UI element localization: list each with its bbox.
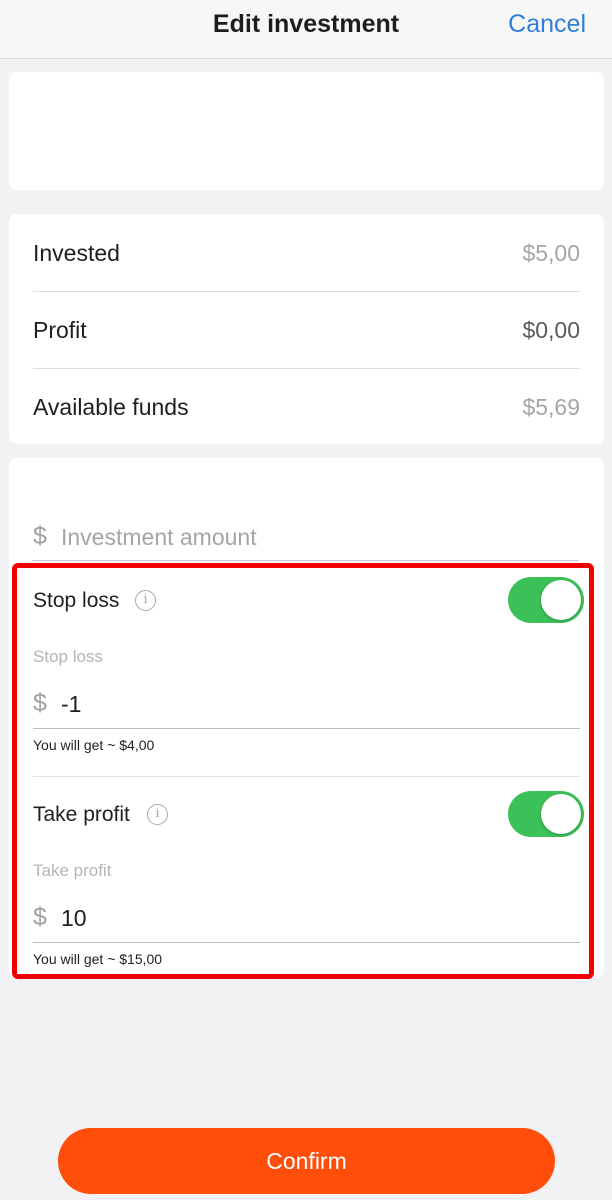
take-profit-value: 10	[61, 905, 87, 931]
investment-amount-input[interactable]: $ Investment amount	[33, 520, 580, 562]
info-icon[interactable]: i	[135, 590, 156, 611]
summary-row-invested: Invested $5,00	[33, 214, 580, 290]
toggle-knob	[541, 580, 581, 620]
take-profit-toggle[interactable]	[508, 791, 584, 837]
currency-symbol: $	[33, 903, 47, 931]
input-underline	[33, 942, 580, 943]
summary-label: Available funds	[33, 394, 189, 420]
cancel-button[interactable]: Cancel	[508, 10, 586, 39]
navigation-bar: Edit investment Cancel	[0, 0, 612, 59]
stop-loss-hint: You will get ~ $4,00	[33, 737, 155, 753]
input-underline	[32, 560, 579, 561]
summary-row-available-funds: Available funds $5,69	[33, 368, 580, 444]
stop-loss-input[interactable]: $ -1	[33, 687, 580, 727]
stop-loss-toggle[interactable]	[508, 577, 584, 623]
currency-symbol: $	[33, 689, 47, 717]
stop-loss-caption: Stop loss	[33, 647, 103, 666]
take-profit-hint: You will get ~ $15,00	[33, 951, 163, 967]
info-icon[interactable]: i	[147, 804, 168, 825]
summary-label: Invested	[33, 240, 120, 266]
stop-loss-label: Stop loss	[33, 589, 120, 612]
stop-loss-value: -1	[61, 691, 82, 717]
currency-symbol: $	[33, 522, 47, 550]
summary-value: $5,69	[522, 394, 580, 420]
summary-row-profit: Profit $0,00	[33, 291, 580, 367]
input-underline	[33, 728, 580, 729]
summary-value: $0,00	[522, 317, 580, 343]
take-profit-label: Take profit	[33, 803, 130, 826]
asset-info-card	[9, 72, 604, 190]
investment-amount-placeholder: Investment amount	[61, 524, 257, 550]
take-profit-input[interactable]: $ 10	[33, 901, 580, 941]
divider	[33, 776, 580, 777]
take-profit-caption: Take profit	[33, 861, 112, 880]
summary-value: $5,00	[522, 240, 580, 266]
confirm-button[interactable]: Confirm	[58, 1128, 555, 1194]
summary-label: Profit	[33, 317, 87, 343]
toggle-knob	[541, 794, 581, 834]
